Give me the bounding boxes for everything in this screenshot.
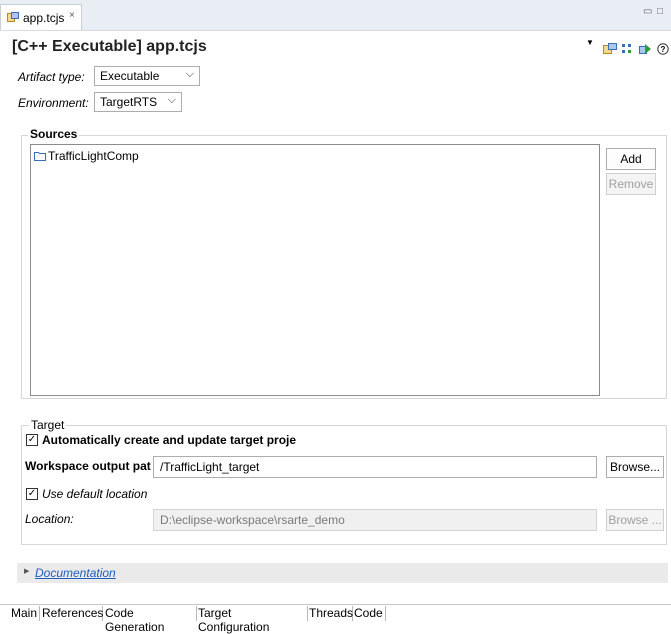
browse-location-button: Browse ... — [606, 509, 664, 531]
location-field: D:\eclipse-workspace\rsarte_demo — [153, 509, 597, 531]
tab-main[interactable]: Main — [9, 606, 40, 621]
folder-icon — [34, 152, 46, 161]
chevron-down-icon: ⌵ — [167, 94, 176, 106]
location-label: Location: — [25, 512, 74, 526]
use-default-location-label: Use default location — [42, 487, 148, 501]
workspace-output-value: /TrafficLight_target — [160, 460, 260, 474]
maximize-icon[interactable]: □ — [657, 6, 663, 17]
editor-tab-app-tcjs[interactable]: app.tcjs × — [0, 4, 82, 30]
help-icon[interactable]: ? — [657, 43, 669, 55]
target-title: Target — [29, 418, 67, 432]
auto-create-checkbox[interactable]: ✓ — [26, 434, 38, 446]
tab-code[interactable]: Code — [352, 606, 386, 621]
workspace-output-field[interactable]: /TrafficLight_target — [153, 456, 597, 478]
artifact-type-select[interactable]: Executable ⌵ — [94, 66, 200, 86]
view-menu-icon[interactable]: ▼ — [586, 38, 594, 47]
environment-label: Environment: — [18, 96, 89, 110]
browse-button[interactable]: Browse... — [606, 456, 664, 478]
editor-tab-label: app.tcjs — [23, 11, 65, 25]
page-title: [C++ Executable] app.tcjs — [12, 38, 207, 55]
sources-title: Sources — [28, 127, 80, 141]
tab-threads[interactable]: Threads — [307, 606, 353, 621]
artifact-type-value: Executable — [100, 69, 160, 83]
list-item-label: TrafficLightComp — [48, 149, 139, 163]
editor-tab-bar — [0, 0, 671, 31]
use-default-location-checkbox[interactable]: ✓ — [26, 488, 38, 500]
environment-select[interactable]: TargetRTS ⌵ — [94, 92, 182, 112]
remove-button[interactable]: Remove — [606, 173, 656, 195]
tcjs-file-icon — [7, 12, 19, 22]
documentation-link[interactable]: Documentation — [35, 566, 116, 580]
location-value: D:\eclipse-workspace\rsarte_demo — [160, 513, 345, 527]
sources-list[interactable]: TrafficLightComp — [30, 144, 600, 396]
minimize-icon[interactable]: ▭ — [643, 6, 652, 17]
svg-text:?: ? — [661, 45, 666, 54]
workspace-output-label: Workspace output pat — [25, 459, 151, 473]
run-config-icon[interactable] — [639, 43, 652, 55]
tab-target-configuration[interactable]: Target Configuration — [196, 606, 308, 634]
environment-value: TargetRTS — [100, 95, 158, 109]
close-icon[interactable]: × — [69, 10, 75, 21]
page-tabs: Main References Code Generation Target C… — [0, 604, 671, 634]
add-button[interactable]: Add — [606, 148, 656, 170]
outline-icon[interactable] — [621, 43, 633, 55]
build-icon[interactable] — [603, 43, 617, 55]
tab-references[interactable]: References — [40, 606, 103, 621]
auto-create-label: Automatically create and update target p… — [42, 433, 297, 447]
tab-code-generation[interactable]: Code Generation — [103, 606, 197, 634]
chevron-right-icon[interactable]: ▶ — [24, 567, 29, 575]
chevron-down-icon: ⌵ — [185, 68, 194, 80]
artifact-type-label: Artifact type: — [18, 70, 85, 84]
